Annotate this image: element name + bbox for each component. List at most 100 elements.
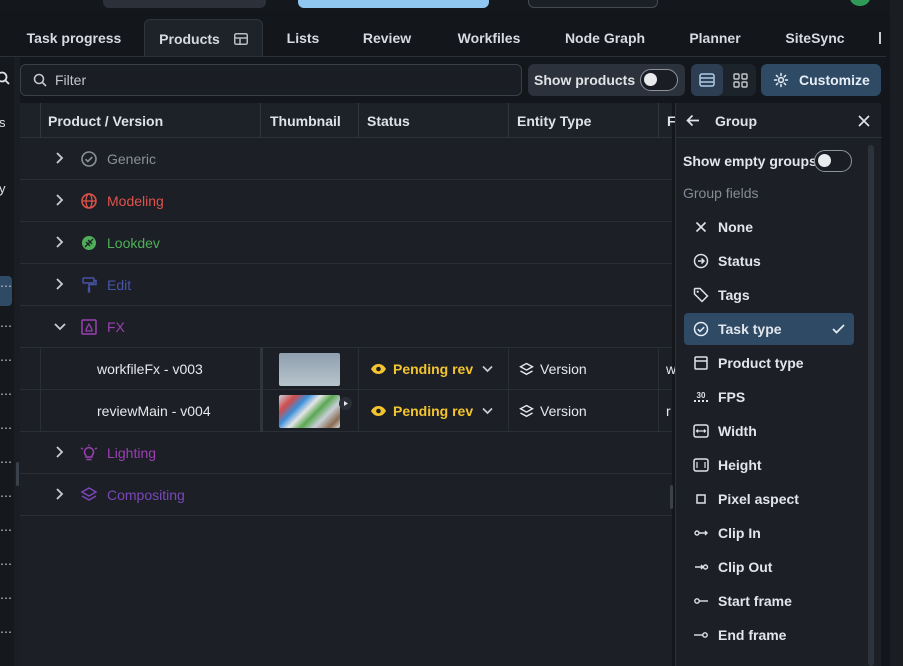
tab-bar: Task progress Products Lists Review Work… [0, 19, 886, 57]
layers-icon [519, 404, 534, 417]
overflow-cell: r [666, 403, 671, 419]
grid-view-button[interactable] [724, 64, 756, 96]
option-label: Height [718, 457, 762, 473]
tab-products[interactable]: Products [144, 19, 263, 57]
option-label: Product type [718, 355, 804, 371]
panel-scrollbar[interactable] [868, 145, 874, 666]
list-view-button[interactable] [691, 64, 723, 96]
version-row[interactable]: reviewMain - v004 Pending revi Version r [20, 390, 672, 432]
group-row-lookdev[interactable]: Lookdev [20, 222, 672, 264]
filter-placeholder: Filter [55, 72, 87, 88]
tab-planner[interactable]: Planner [680, 19, 750, 57]
search-icon[interactable] [0, 71, 10, 85]
group-option-status[interactable]: Status [684, 245, 854, 277]
group-row-generic[interactable]: Generic [20, 138, 672, 180]
customize-button[interactable]: Customize [761, 64, 881, 96]
group-option-clip-out[interactable]: Clip Out [684, 551, 854, 583]
group-label: Modeling [107, 193, 164, 209]
group-option-tags[interactable]: Tags [684, 279, 854, 311]
group-panel: Group Show empty groups Group fields Non… [675, 103, 882, 666]
group-option-none[interactable]: None [684, 211, 854, 243]
group-option-task-type[interactable]: Task type [684, 313, 854, 345]
group-option-start-frame[interactable]: Start frame [684, 585, 854, 617]
status-dropdown[interactable]: Pending revi [370, 348, 504, 390]
version-row[interactable]: workfileFx - v003 Pending revi Version w [20, 348, 676, 390]
chevron-right-icon[interactable] [54, 235, 66, 249]
view-switcher [691, 64, 756, 96]
table-resize-handle[interactable] [670, 485, 673, 509]
column-header-entity-type[interactable]: Entity Type [517, 103, 591, 138]
group-row-edit[interactable]: Edit [20, 264, 672, 306]
top-bar-highlight[interactable] [298, 0, 489, 8]
ellipsis-icon[interactable]: ⋯ [0, 320, 12, 332]
ellipsis-icon[interactable]: ⋯ [0, 592, 12, 604]
chevron-right-icon[interactable] [54, 445, 66, 459]
toggle-switch[interactable] [640, 69, 678, 91]
group-label: Lighting [107, 445, 157, 461]
ellipsis-icon[interactable]: ⋯ [0, 354, 12, 366]
column-header-status[interactable]: Status [367, 103, 410, 138]
user-avatar[interactable] [850, 0, 870, 6]
group-option-pixel-aspect[interactable]: Pixel aspect [684, 483, 854, 515]
top-bar-field[interactable] [103, 0, 266, 8]
show-products-label: Show products [534, 72, 636, 88]
group-label: Edit [107, 277, 132, 293]
chevron-right-icon[interactable] [54, 487, 66, 501]
tab-task-progress[interactable]: Task progress [20, 19, 128, 57]
top-bar-search[interactable] [528, 0, 658, 8]
status-dropdown[interactable]: Pending revi [370, 390, 504, 432]
tab-label: Review [362, 30, 412, 46]
ellipsis-icon[interactable]: ⋯ [0, 490, 12, 502]
ellipsis-icon[interactable]: ⋯ [0, 524, 12, 536]
group-option-height[interactable]: Height [684, 449, 854, 481]
ellipsis-icon[interactable]: ⋯ [0, 280, 12, 292]
ellipsis-icon[interactable]: ⋯ [0, 388, 12, 400]
close-icon[interactable] [858, 115, 870, 127]
option-label: FPS [718, 389, 746, 405]
group-row-lighting[interactable]: Lighting [20, 432, 672, 474]
ellipsis-icon[interactable]: ⋯ [0, 626, 12, 638]
play-icon[interactable] [339, 397, 352, 410]
tab-node-graph[interactable]: Node Graph [556, 19, 654, 57]
group-label: Lookdev [107, 235, 160, 251]
thumbnail-image[interactable] [279, 395, 340, 428]
check-circle-icon [693, 321, 709, 337]
group-option-end-frame[interactable]: End frame [684, 619, 854, 651]
show-products-toggle[interactable]: Show products [528, 64, 685, 96]
column-resizer[interactable] [260, 348, 263, 390]
column-resizer[interactable] [260, 390, 263, 432]
group-option-fps[interactable]: 30 FPS [684, 381, 854, 413]
start-frame-icon [694, 598, 708, 604]
eye-icon [371, 364, 386, 374]
chevron-right-icon[interactable] [54, 277, 66, 291]
chevron-right-icon[interactable] [54, 151, 66, 165]
chevron-right-icon[interactable] [54, 193, 66, 207]
ellipsis-icon[interactable]: ⋯ [0, 456, 12, 468]
group-option-product-type[interactable]: Product type [684, 347, 854, 379]
fps-icon: 30 [694, 392, 708, 402]
chevron-down-icon[interactable] [53, 321, 67, 333]
show-empty-groups-label: Show empty groups [683, 153, 817, 169]
ellipsis-icon[interactable]: ⋯ [0, 422, 12, 434]
column-header-thumbnail[interactable]: Thumbnail [270, 103, 341, 138]
group-fields-heading: Group fields [683, 185, 759, 201]
group-row-compositing[interactable]: Compositing [20, 474, 672, 516]
group-option-width[interactable]: Width [684, 415, 854, 447]
tab-workfiles[interactable]: Workfiles [447, 19, 531, 57]
chevron-down-icon [482, 365, 493, 373]
filter-input[interactable]: Filter [20, 64, 522, 96]
back-arrow-icon[interactable] [686, 114, 700, 127]
column-header-product-version[interactable]: Product / Version [48, 103, 163, 138]
group-row-modeling[interactable]: Modeling [20, 180, 672, 222]
status-label: Pending revi [393, 403, 473, 419]
tab-lists[interactable]: Lists [278, 19, 328, 57]
thumbnail-image[interactable] [279, 353, 340, 386]
globe-icon [81, 193, 97, 209]
ellipsis-icon[interactable]: ⋯ [0, 558, 12, 570]
show-empty-groups-toggle[interactable] [814, 150, 852, 172]
group-option-clip-in[interactable]: Clip In [684, 517, 854, 549]
group-row-fx[interactable]: FX [20, 306, 672, 348]
tab-sitesync[interactable]: SiteSync [776, 19, 854, 57]
tab-review[interactable]: Review [354, 19, 420, 57]
tab-label: Workfiles [457, 30, 521, 46]
